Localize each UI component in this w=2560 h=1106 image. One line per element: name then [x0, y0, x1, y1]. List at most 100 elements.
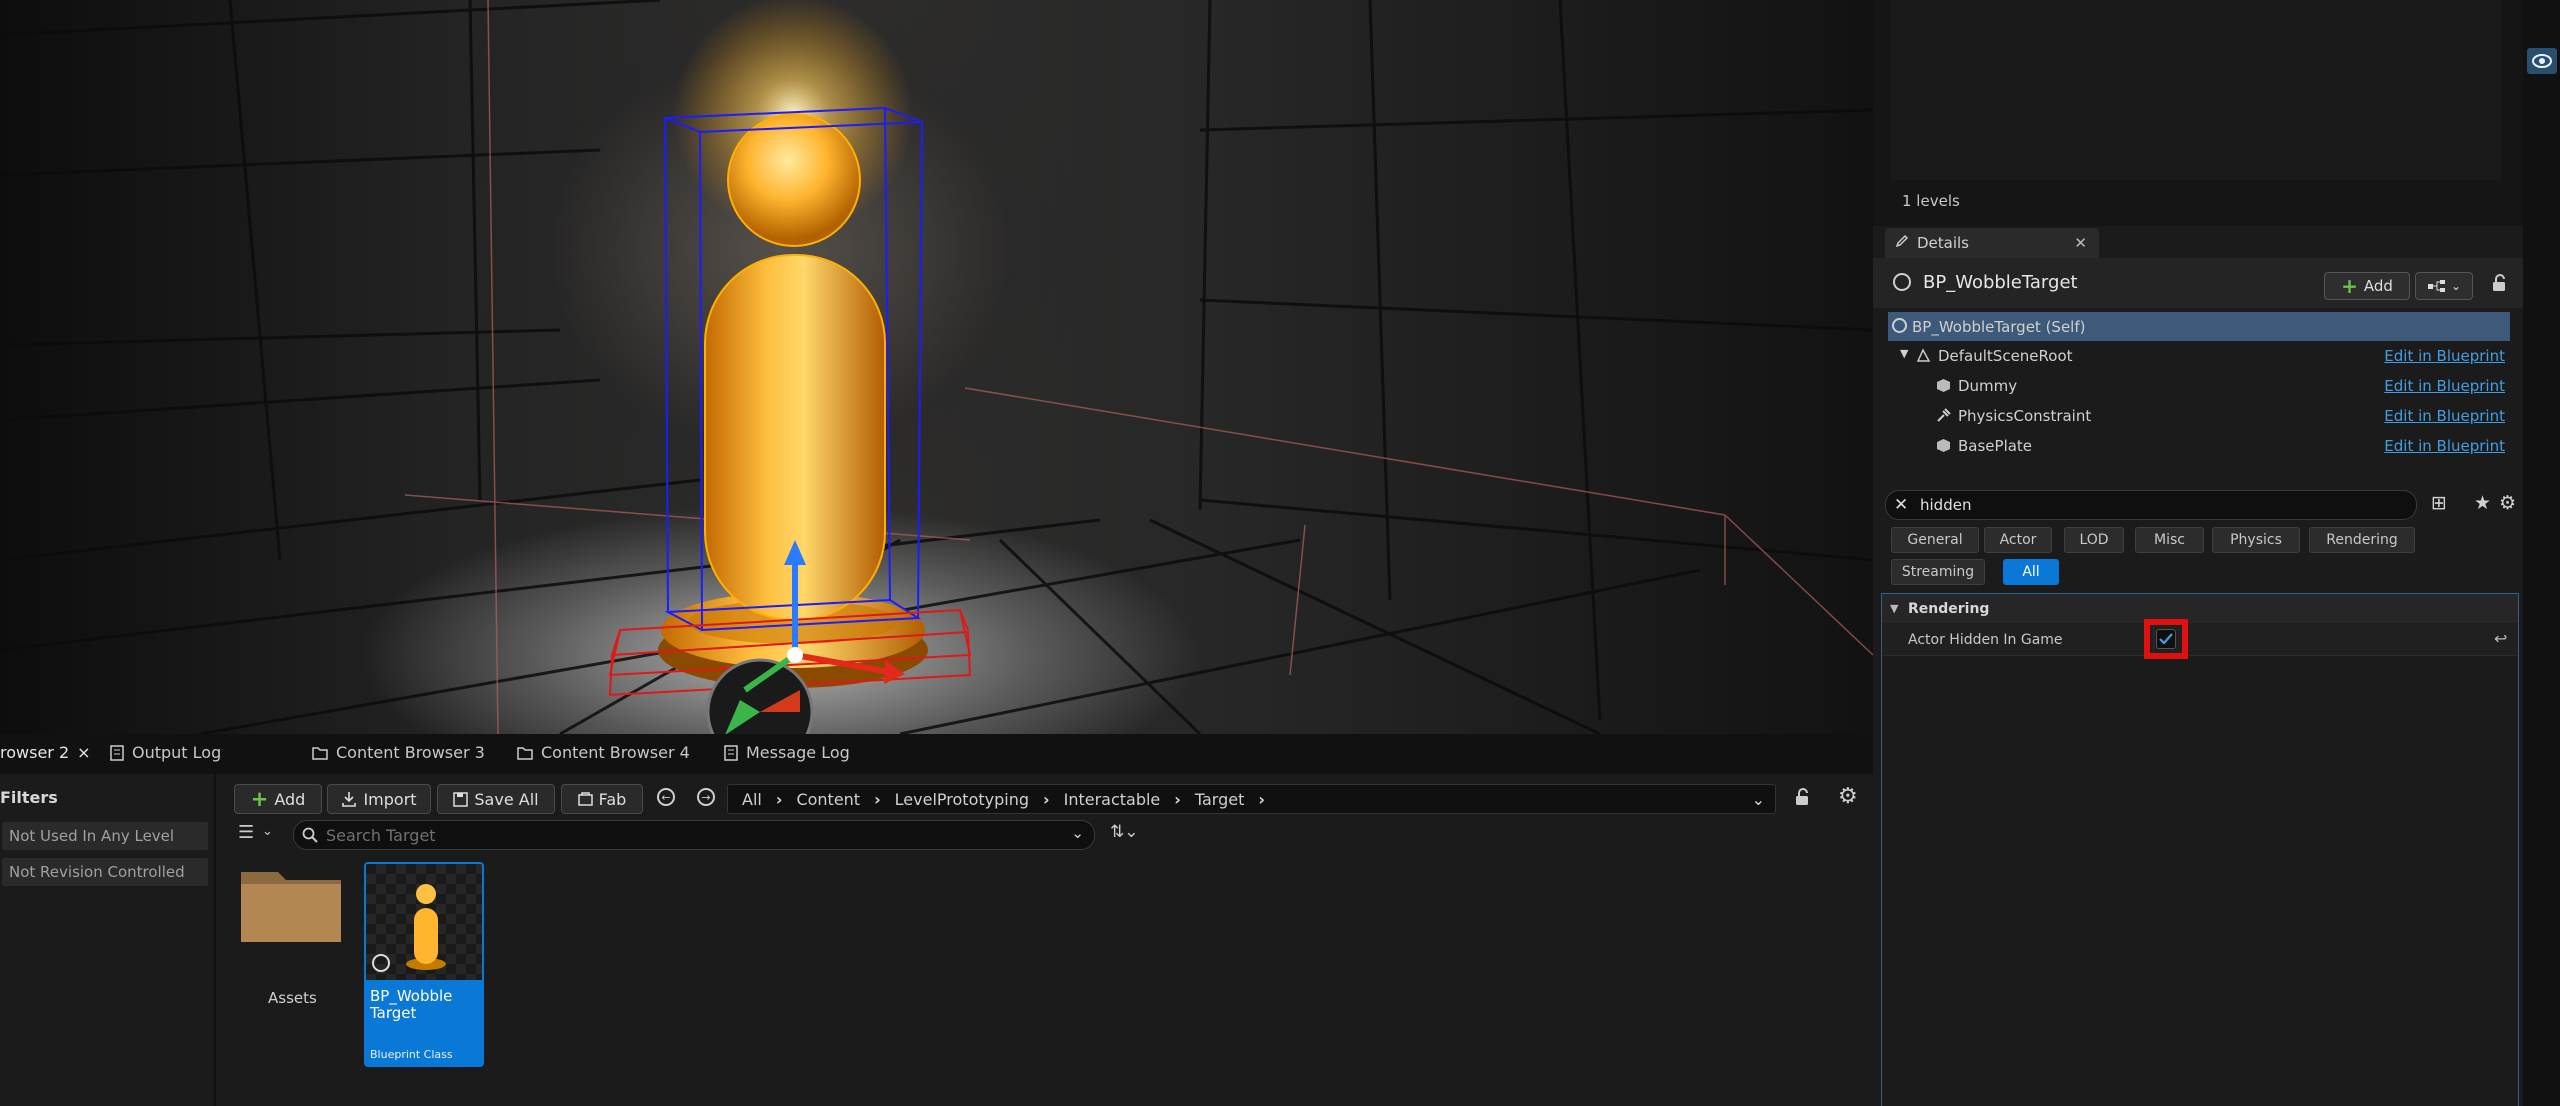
path-breadcrumb[interactable]: All › Content › LevelPrototyping › Inter… — [727, 784, 1776, 814]
edit-in-blueprint-link[interactable]: Edit in Blueprint — [2384, 437, 2505, 455]
save-icon — [453, 791, 469, 807]
chevron-down-icon[interactable]: ⌄ — [1071, 824, 1084, 842]
tab-output-log[interactable]: Output Log — [110, 743, 221, 762]
component-row-self[interactable]: BP_WobbleTarget (Self) — [1888, 312, 2510, 341]
details-tab-label: Details — [1917, 234, 1970, 252]
world-outliner: 1 levels — [1873, 0, 2523, 225]
breadcrumb-content[interactable]: Content — [796, 790, 860, 809]
import-icon — [342, 792, 357, 807]
asset-bp-wobble-target[interactable]: BP_Wobble Target Blueprint Class — [364, 862, 484, 1067]
blueprint-icon — [1892, 318, 1907, 333]
save-all-label: Save All — [474, 789, 539, 809]
plus-icon: + — [2341, 274, 2358, 298]
asset-label: BP_Wobble Target — [370, 987, 453, 1022]
clear-search-icon[interactable]: ✕ — [1894, 495, 1908, 515]
breadcrumb-target[interactable]: Target — [1195, 790, 1245, 809]
tab-label: Message Log — [746, 743, 850, 762]
chevron-right-icon[interactable]: › — [1258, 790, 1265, 809]
edit-in-blueprint-link[interactable]: Edit in Blueprint — [2384, 347, 2505, 365]
sort-icon[interactable]: ⇅⌄ — [1110, 822, 1139, 842]
details-search-input[interactable]: ✕ hidden — [1885, 490, 2417, 520]
filter-not-revision-controlled[interactable]: Not Revision Controlled — [2, 858, 208, 886]
edit-in-blueprint-link[interactable]: Edit in Blueprint — [2384, 377, 2505, 395]
tab-content-browser-2[interactable]: rowser 2 × — [0, 743, 91, 762]
tab-label: Content Browser 4 — [541, 743, 690, 762]
breadcrumb-interactable[interactable]: Interactable — [1064, 790, 1161, 809]
filter-list-icon[interactable]: ☰ — [238, 822, 254, 843]
unlock-icon[interactable] — [2491, 274, 2507, 292]
component-name: BasePlate — [1958, 437, 2033, 455]
levels-count: 1 levels — [1902, 192, 1960, 210]
chevron-right-icon[interactable]: › — [776, 790, 783, 809]
import-button[interactable]: Import — [327, 784, 431, 814]
reset-to-default-icon[interactable]: ↩ — [2494, 629, 2507, 648]
tab-label: Content Browser 3 — [336, 743, 485, 762]
filter-not-used-in-any-level[interactable]: Not Used In Any Level — [2, 822, 208, 850]
chevron-down-icon[interactable]: ⌄ — [1752, 790, 1765, 809]
breadcrumb-all[interactable]: All — [742, 790, 762, 809]
levels-list[interactable] — [1891, 0, 2501, 180]
filter-misc[interactable]: Misc — [2135, 527, 2204, 553]
edit-in-blueprint-link[interactable]: Edit in Blueprint — [2384, 407, 2505, 425]
component-row-physicsconstraint[interactable]: PhysicsConstraint Edit in Blueprint — [1888, 401, 2510, 430]
forward-arrow-icon[interactable]: → — [697, 788, 715, 806]
property-label: Actor Hidden In Game — [1908, 632, 2063, 648]
favorite-star-icon[interactable]: ★ — [2474, 492, 2491, 514]
chevron-right-icon[interactable]: › — [1174, 790, 1181, 809]
close-icon[interactable]: × — [77, 743, 90, 762]
actor-name: BP_WobbleTarget — [1923, 272, 2078, 293]
filter-all[interactable]: All — [2003, 559, 2059, 585]
scene-root-icon — [1916, 348, 1931, 362]
filter-actor[interactable]: Actor — [1984, 527, 2052, 553]
pencil-icon — [1895, 234, 1909, 252]
component-row-defaultsceneroot[interactable]: ▼ DefaultSceneRoot Edit in Blueprint — [1888, 341, 2510, 370]
filter-lod[interactable]: LOD — [2064, 527, 2124, 553]
blueprint-graph-icon — [2427, 280, 2445, 292]
collapse-arrow-icon[interactable]: ▼ — [1900, 347, 1908, 360]
component-row-baseplate[interactable]: BasePlate Edit in Blueprint — [1888, 431, 2510, 460]
add-button[interactable]: + Add — [234, 784, 322, 814]
chevron-down-icon: ⌄ — [2450, 279, 2462, 293]
breadcrumb-levelprototyping[interactable]: LevelPrototyping — [895, 790, 1029, 809]
log-icon — [110, 744, 124, 761]
back-arrow-icon[interactable]: ← — [657, 788, 675, 806]
blueprint-thumbnail-figure — [372, 884, 446, 972]
actor-header: BP_WobbleTarget + Add ⌄ — [1873, 258, 2523, 308]
category-rendering[interactable]: ▼ Rendering — [1882, 593, 2518, 624]
blueprint-actor-icon — [1893, 273, 1911, 291]
asset-class-label: Blueprint Class — [370, 1048, 453, 1061]
add-component-button[interactable]: + Add — [2324, 272, 2410, 300]
fab-button[interactable]: Fab — [561, 784, 643, 814]
close-icon[interactable]: ✕ — [2074, 234, 2087, 252]
filter-streaming[interactable]: Streaming — [1891, 559, 1985, 585]
component-name: Dummy — [1958, 377, 2018, 395]
tab-content-browser-4[interactable]: Content Browser 4 — [517, 743, 690, 762]
filter-rendering[interactable]: Rendering — [2309, 527, 2415, 553]
eye-icon[interactable] — [2527, 48, 2557, 74]
settings-gear-icon[interactable]: ⚙ — [1838, 784, 1858, 809]
save-all-button[interactable]: Save All — [437, 784, 555, 814]
chevron-right-icon[interactable]: › — [874, 790, 881, 809]
fab-label: Fab — [598, 789, 627, 809]
settings-gear-icon[interactable]: ⚙ — [2499, 492, 2516, 514]
filter-physics[interactable]: Physics — [2212, 527, 2300, 553]
folder-icon — [312, 746, 328, 760]
level-viewport[interactable] — [0, 0, 1873, 734]
import-label: Import — [363, 789, 417, 809]
asset-search-input[interactable]: Search Target ⌄ — [293, 820, 1095, 850]
bottom-tab-bar: rowser 2 × Output Log Content Browser 3 … — [0, 734, 1873, 774]
chevron-down-icon[interactable]: ⌄ — [262, 824, 273, 839]
folder-icon — [241, 872, 341, 942]
chevron-right-icon[interactable]: › — [1043, 790, 1050, 809]
blueprint-options-button[interactable]: ⌄ — [2415, 272, 2473, 300]
tab-details[interactable]: Details ✕ — [1885, 228, 2099, 258]
mesh-cube-icon — [1937, 439, 1950, 452]
component-row-dummy[interactable]: Dummy Edit in Blueprint — [1888, 371, 2510, 400]
tab-message-log[interactable]: Message Log — [724, 743, 850, 762]
asset-folder-assets[interactable] — [238, 862, 344, 950]
filter-general[interactable]: General — [1891, 527, 1979, 553]
collapse-arrow-icon[interactable]: ▼ — [1890, 602, 1898, 615]
unlock-icon[interactable] — [1794, 788, 1810, 806]
table-view-icon[interactable]: ⊞ — [2431, 492, 2447, 514]
tab-content-browser-3[interactable]: Content Browser 3 — [312, 743, 485, 762]
